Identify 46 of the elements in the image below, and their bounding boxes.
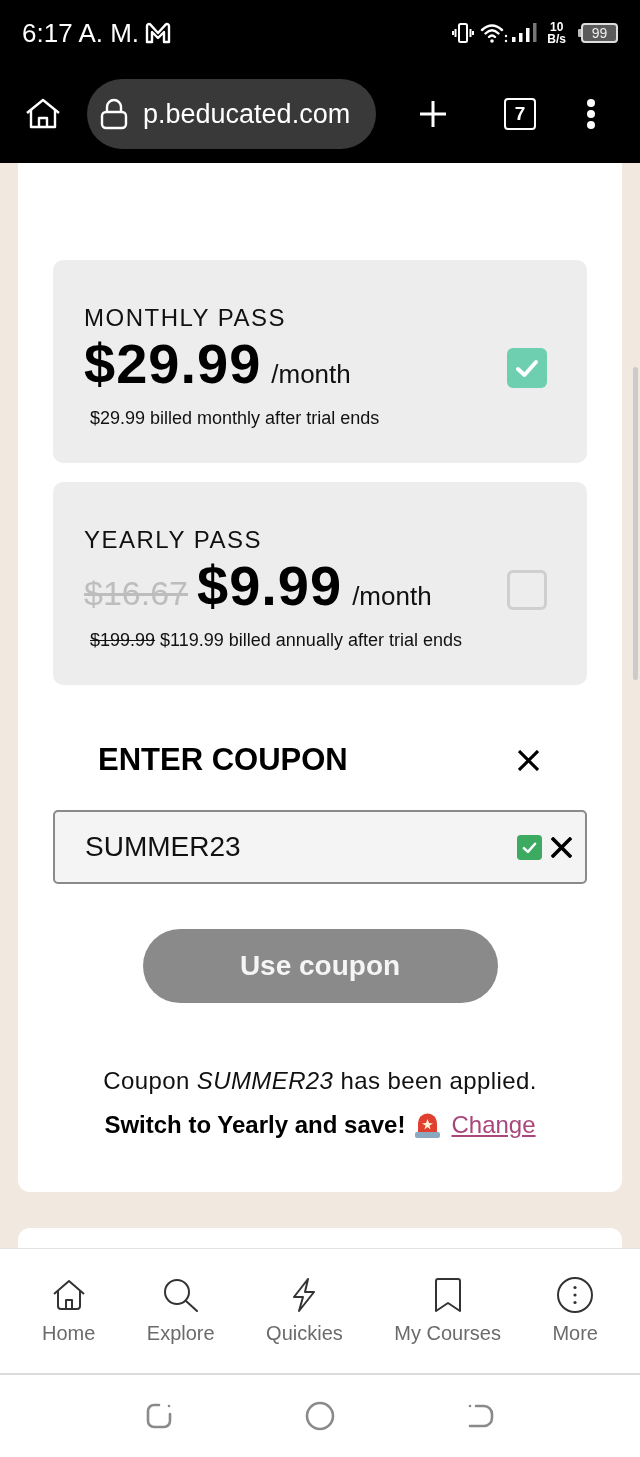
signal-icon	[510, 21, 539, 44]
lock-icon	[99, 98, 129, 130]
nav-item[interactable]: Home	[42, 1276, 96, 1345]
more-icon	[557, 1277, 594, 1313]
price-period: /month	[271, 359, 351, 389]
plan-price: $29.99	[84, 336, 262, 392]
bookmark-icon	[433, 1278, 462, 1312]
plan-name: YEARLY PASS	[84, 526, 262, 554]
checkbox[interactable]	[507, 348, 547, 388]
mail-icon	[145, 21, 172, 44]
back-icon[interactable]	[467, 1403, 495, 1429]
plan-card[interactable]: MONTHLY PASS $29.99 /month $29.99 billed monthly after trial ends	[53, 260, 587, 463]
clear-icon[interactable]	[551, 836, 572, 858]
network-speed-unit: B/s	[547, 32, 566, 45]
home-icon[interactable]	[25, 98, 61, 130]
lightning-bolt-icon	[291, 1278, 318, 1312]
nav-item[interactable]: My Courses	[394, 1276, 501, 1345]
menu-icon[interactable]	[586, 98, 596, 130]
search-icon	[162, 1278, 199, 1312]
close-icon[interactable]	[518, 749, 539, 771]
vibrate-icon	[452, 21, 475, 44]
network-speed-value: 10	[549, 20, 564, 33]
billing-note: $29.99 billed monthly after trial ends	[90, 407, 380, 430]
clock-time: 6:17 A. M.	[22, 17, 140, 48]
upsell-text: Switch to Yearly and save!	[104, 1110, 406, 1140]
home-button-icon[interactable]	[305, 1401, 335, 1431]
plus-icon[interactable]	[418, 99, 448, 129]
nav-item[interactable]: Quickies	[266, 1276, 343, 1345]
coupon-heading: ENTER COUPON	[98, 742, 348, 778]
address-bar[interactable]: p.beducated.com	[87, 79, 376, 149]
plan-price: $9.99	[197, 558, 343, 614]
coupon-applied-message: Coupon SUMMER23 has been applied.	[102, 1066, 538, 1096]
checkbox[interactable]	[507, 570, 547, 610]
billing-note: $119.99 billed annually after trial ends	[160, 629, 462, 652]
price-period: /month	[352, 581, 432, 611]
tab-count-button[interactable]: 7	[504, 98, 536, 130]
nav-item[interactable]: More	[552, 1276, 598, 1345]
original-billing-price: $199.99	[90, 629, 156, 652]
change-link[interactable]: Change	[451, 1109, 536, 1141]
nav-item[interactable]: Explore	[146, 1276, 215, 1345]
plan-name: MONTHLY PASS	[84, 304, 287, 332]
recent-apps-icon[interactable]	[145, 1402, 173, 1430]
home-icon	[51, 1279, 86, 1311]
battery-indicator: 99	[578, 22, 618, 43]
siren-icon	[414, 1111, 442, 1139]
coupon-input[interactable]: SUMMER23	[53, 810, 587, 884]
